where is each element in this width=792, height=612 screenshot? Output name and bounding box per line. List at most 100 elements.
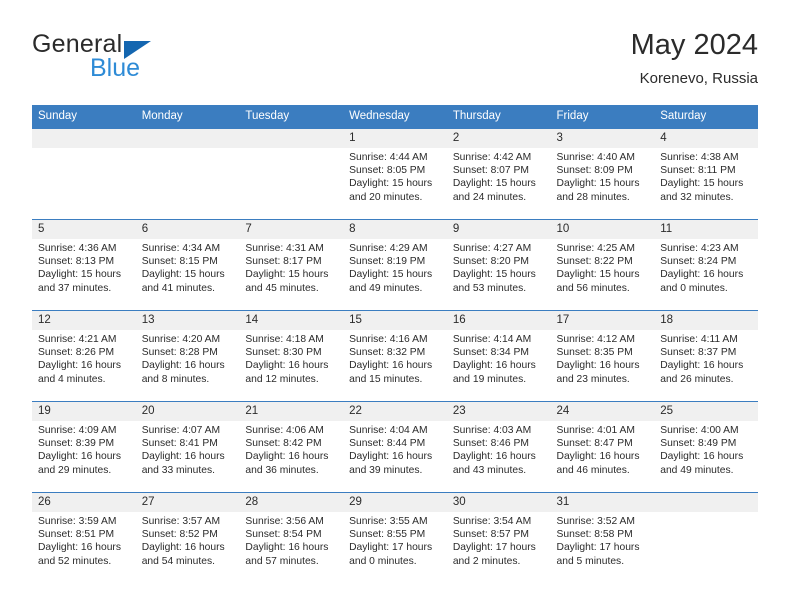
daylight-text-line2: and 39 minutes. [349,464,423,476]
sunset-text: Sunset: 8:32 PM [349,347,426,359]
day-sun-info: Sunrise: 4:06 AM Sunset: 8:42 PM Daylight:… [239,421,343,477]
calendar-day-cell[interactable]: 19 Sunrise: 4:09 AM Sunset: 8:39 PM Dayligh… [32,401,136,493]
sunrise-text: Sunrise: 4:16 AM [349,334,428,345]
sunrise-text: Sunrise: 3:52 AM [556,516,635,527]
calendar-day-cell[interactable]: 26 Sunrise: 3:59 AM Sunset: 8:51 PM Dayligh… [32,492,136,583]
calendar-day-cell[interactable]: 24 Sunrise: 4:01 AM Sunset: 8:47 PM Dayligh… [550,401,655,493]
day-number: 29 [343,493,447,512]
daylight-text-line1: Daylight: 16 hours [141,542,225,554]
calendar-day-cell[interactable]: 3 Sunrise: 4:40 AM Sunset: 8:09 PM Daylight… [550,128,655,220]
calendar-empty-cell [135,128,240,220]
brand-logo[interactable]: General Blue [32,28,292,90]
calendar-day-cell[interactable]: 9 Sunrise: 4:27 AM Sunset: 8:20 PM Daylight… [446,219,551,311]
daylight-text-line2: and 23 minutes. [556,373,630,385]
daylight-text-line2: and 4 minutes. [38,373,106,385]
calendar-day-cell[interactable]: 31 Sunrise: 3:52 AM Sunset: 8:58 PM Dayligh… [550,492,655,583]
calendar-day-cell[interactable]: 28 Sunrise: 3:56 AM Sunset: 8:54 PM Dayligh… [239,492,344,583]
day-cell-inner: 30 Sunrise: 3:54 AM Sunset: 8:57 PM Dayligh… [446,493,551,583]
calendar-day-cell[interactable]: 1 Sunrise: 4:44 AM Sunset: 8:05 PM Daylight… [343,128,447,220]
sunset-text: Sunset: 8:42 PM [245,438,322,450]
daylight-text-line2: and 45 minutes. [245,282,319,294]
day-sun-info: Sunrise: 4:20 AM Sunset: 8:28 PM Daylight:… [136,330,240,386]
daylight-text-line1: Daylight: 16 hours [556,360,640,372]
day-sun-info: Sunrise: 4:11 AM Sunset: 8:37 PM Daylight:… [654,330,758,386]
daylight-text-line2: and 8 minutes. [141,373,210,385]
sunrise-text: Sunrise: 4:00 AM [660,425,739,436]
calendar-day-cell[interactable]: 12 Sunrise: 4:21 AM Sunset: 8:26 PM Dayligh… [32,310,136,402]
calendar-day-cell[interactable]: 21 Sunrise: 4:06 AM Sunset: 8:42 PM Dayligh… [239,401,344,493]
calendar-day-cell[interactable]: 6 Sunrise: 4:34 AM Sunset: 8:15 PM Daylight… [135,219,240,311]
sunset-text: Sunset: 8:05 PM [349,165,426,177]
calendar-day-cell[interactable]: 17 Sunrise: 4:12 AM Sunset: 8:35 PM Dayligh… [550,310,655,402]
calendar-day-cell[interactable]: 8 Sunrise: 4:29 AM Sunset: 8:19 PM Daylight… [343,219,447,311]
title-block: May 2024 Korenevo, Russia [631,28,758,90]
daylight-text-line1: Daylight: 16 hours [349,451,433,463]
day-sun-info: Sunrise: 3:59 AM Sunset: 8:51 PM Daylight:… [32,512,136,568]
calendar-day-cell[interactable]: 11 Sunrise: 4:23 AM Sunset: 8:24 PM Dayligh… [654,219,758,311]
sunrise-text: Sunrise: 4:11 AM [660,334,738,345]
daylight-text-line2: and 28 minutes. [556,191,630,203]
day-sun-info: Sunrise: 4:18 AM Sunset: 8:30 PM Daylight:… [239,330,343,386]
sunset-text: Sunset: 8:19 PM [349,256,426,268]
day-sun-info: Sunrise: 3:57 AM Sunset: 8:52 PM Daylight:… [136,512,240,568]
sunset-text: Sunset: 8:17 PM [245,256,322,268]
day-sun-info [136,148,240,151]
sunset-text: Sunset: 8:55 PM [349,529,426,541]
calendar-day-cell[interactable]: 2 Sunrise: 4:42 AM Sunset: 8:07 PM Daylight… [446,128,551,220]
daylight-text-line1: Daylight: 16 hours [141,360,225,372]
sunrise-text: Sunrise: 4:27 AM [452,243,532,254]
day-cell-inner: 12 Sunrise: 4:21 AM Sunset: 8:26 PM Dayligh… [32,311,136,401]
calendar-day-cell[interactable]: 22 Sunrise: 4:04 AM Sunset: 8:44 PM Dayligh… [343,401,447,493]
day-cell-inner: 25 Sunrise: 4:00 AM Sunset: 8:49 PM Dayligh… [654,402,758,492]
weekday-header-tuesday: Tuesday [239,105,344,129]
day-sun-info: Sunrise: 4:34 AM Sunset: 8:15 PM Daylight:… [136,239,240,295]
daylight-text-line2: and 43 minutes. [452,464,527,476]
calendar-day-cell[interactable]: 14 Sunrise: 4:18 AM Sunset: 8:30 PM Dayligh… [239,310,344,402]
day-number: 31 [550,493,655,512]
day-cell-inner: 15 Sunrise: 4:16 AM Sunset: 8:32 PM Dayligh… [343,311,447,401]
weekday-header-row: Sunday Monday Tuesday Wednesday Thursday… [32,105,758,129]
calendar-day-cell[interactable]: 4 Sunrise: 4:38 AM Sunset: 8:11 PM Daylight… [654,128,758,220]
calendar-day-cell[interactable]: 13 Sunrise: 4:20 AM Sunset: 8:28 PM Dayligh… [135,310,240,402]
calendar-week-row: 26 Sunrise: 3:59 AM Sunset: 8:51 PM Dayligh… [32,492,758,583]
calendar-day-cell[interactable]: 29 Sunrise: 3:55 AM Sunset: 8:55 PM Dayligh… [343,492,447,583]
calendar-day-cell[interactable]: 18 Sunrise: 4:11 AM Sunset: 8:37 PM Dayligh… [654,310,758,402]
day-sun-info: Sunrise: 4:25 AM Sunset: 8:22 PM Daylight:… [551,239,655,295]
calendar-day-cell[interactable]: 20 Sunrise: 4:07 AM Sunset: 8:41 PM Dayligh… [135,401,240,493]
daylight-text-line1: Daylight: 16 hours [38,542,121,554]
day-cell-inner [135,129,240,219]
sunrise-text: Sunrise: 4:36 AM [38,243,117,254]
calendar-day-cell[interactable]: 23 Sunrise: 4:03 AM Sunset: 8:46 PM Dayligh… [446,401,551,493]
day-number: 5 [32,220,136,239]
daylight-text-line2: and 33 minutes. [141,464,215,476]
day-number: 4 [654,129,758,148]
daylight-text-line1: Daylight: 15 hours [556,269,640,281]
calendar-empty-cell [654,492,758,583]
day-number [32,129,136,148]
day-sun-info: Sunrise: 4:36 AM Sunset: 8:13 PM Daylight:… [32,239,136,295]
day-number: 3 [550,129,655,148]
calendar-day-cell[interactable]: 5 Sunrise: 4:36 AM Sunset: 8:13 PM Daylight… [32,219,136,311]
calendar-day-cell[interactable]: 30 Sunrise: 3:54 AM Sunset: 8:57 PM Dayligh… [446,492,551,583]
day-sun-info: Sunrise: 4:09 AM Sunset: 8:39 PM Daylight:… [32,421,136,477]
sunset-text: Sunset: 8:37 PM [660,347,737,359]
sunrise-text: Sunrise: 4:03 AM [452,425,532,436]
day-number [239,129,344,148]
sunrise-text: Sunrise: 4:23 AM [660,243,739,254]
day-number: 2 [446,129,551,148]
day-sun-info: Sunrise: 4:04 AM Sunset: 8:44 PM Daylight:… [343,421,447,477]
sunset-text: Sunset: 8:15 PM [141,256,218,268]
calendar-day-cell[interactable]: 7 Sunrise: 4:31 AM Sunset: 8:17 PM Daylight… [239,219,344,311]
calendar-day-cell[interactable]: 25 Sunrise: 4:00 AM Sunset: 8:49 PM Dayligh… [654,401,758,493]
daylight-text-line2: and 26 minutes. [660,373,734,385]
calendar-day-cell[interactable]: 10 Sunrise: 4:25 AM Sunset: 8:22 PM Dayligh… [550,219,655,311]
calendar-day-cell[interactable]: 15 Sunrise: 4:16 AM Sunset: 8:32 PM Dayligh… [343,310,447,402]
sunset-text: Sunset: 8:46 PM [452,438,529,450]
day-cell-inner: 22 Sunrise: 4:04 AM Sunset: 8:44 PM Dayligh… [343,402,447,492]
day-cell-inner: 13 Sunrise: 4:20 AM Sunset: 8:28 PM Dayligh… [135,311,240,401]
calendar-day-cell[interactable]: 16 Sunrise: 4:14 AM Sunset: 8:34 PM Dayligh… [446,310,551,402]
calendar-day-cell[interactable]: 27 Sunrise: 3:57 AM Sunset: 8:52 PM Dayligh… [135,492,240,583]
sunset-text: Sunset: 8:26 PM [38,347,115,359]
daylight-text-line2: and 32 minutes. [660,191,734,203]
daylight-text-line2: and 29 minutes. [38,464,112,476]
